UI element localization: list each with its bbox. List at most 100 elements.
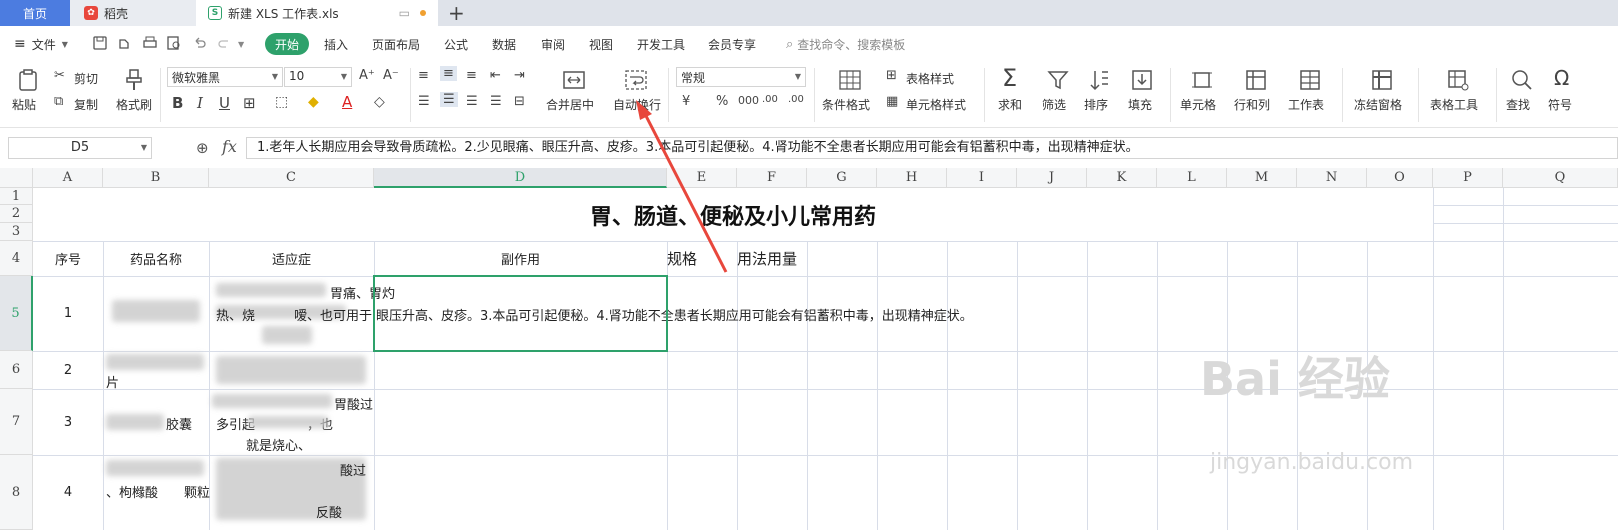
row-header-1[interactable]: 1 <box>0 188 33 205</box>
cell-button[interactable]: 单元格 <box>1180 96 1216 113</box>
wrap-text-icon[interactable] <box>624 68 648 92</box>
clear-format-icon[interactable]: ◇ <box>374 94 385 110</box>
col-header-h[interactable]: H <box>877 168 947 188</box>
col-header-d[interactable]: D <box>374 168 667 188</box>
paste-label[interactable]: 粘贴 <box>12 96 36 113</box>
row-header-5[interactable]: 5 <box>0 276 33 351</box>
freeze-panes-icon[interactable] <box>1370 68 1394 92</box>
cell-seq-1[interactable]: 1 <box>33 276 103 351</box>
row-header-3[interactable]: 3 <box>0 223 33 241</box>
scissors-icon[interactable]: ✂ <box>54 68 65 83</box>
name-box[interactable]: D5 ▼ <box>8 137 152 159</box>
conditional-format-icon[interactable] <box>838 68 862 92</box>
merge-center-button[interactable]: 合并居中 <box>546 96 594 113</box>
cell-seq-2[interactable]: 2 <box>33 351 103 389</box>
menu-tab-view[interactable]: 视图 <box>589 26 613 62</box>
distributed-icon[interactable]: ⊟ <box>514 94 525 109</box>
currency-icon[interactable]: ¥ <box>682 94 690 109</box>
font-size-select[interactable]: 10 ▼ <box>284 67 352 87</box>
increase-decimal-icon[interactable]: .00 <box>762 94 778 105</box>
find-icon[interactable] <box>1510 68 1534 92</box>
header-indication[interactable]: 适应症 <box>209 241 374 276</box>
select-all-corner[interactable] <box>0 168 33 188</box>
col-header-n[interactable]: N <box>1297 168 1367 188</box>
freeze-panes-button[interactable]: 冻结窗格 <box>1354 96 1402 113</box>
find-button[interactable]: 查找 <box>1506 96 1530 113</box>
row-header-7[interactable]: 7 <box>0 389 33 455</box>
fill-color-icon[interactable]: ◆ <box>308 94 319 110</box>
header-usage[interactable]: 用法用量 <box>737 241 807 276</box>
col-header-c[interactable]: C <box>209 168 374 188</box>
fill-icon[interactable] <box>1130 68 1154 92</box>
cell-icon[interactable] <box>1190 68 1214 92</box>
undo-icon[interactable] <box>192 35 208 51</box>
menu-tab-insert[interactable]: 插入 <box>324 26 348 62</box>
number-format-select[interactable]: 常规 ▼ <box>676 67 806 87</box>
symbol-button[interactable]: 符号 <box>1548 96 1572 113</box>
sort-button[interactable]: 排序 <box>1084 96 1108 113</box>
align-bottom-icon[interactable]: ≡ <box>466 68 477 83</box>
redo-icon[interactable] <box>216 35 232 51</box>
cell-seq-4[interactable]: 4 <box>33 455 103 530</box>
zoom-formula-icon[interactable]: ⊕ <box>196 139 209 157</box>
fill-style-icon[interactable]: ⬚ <box>275 94 288 110</box>
col-header-f[interactable]: F <box>737 168 807 188</box>
col-header-o[interactable]: O <box>1367 168 1433 188</box>
cell-style-icon[interactable]: ▦ <box>886 94 898 109</box>
menu-tab-member[interactable]: 会员专享 <box>708 26 756 62</box>
table-tools-icon[interactable] <box>1446 68 1470 92</box>
col-header-l[interactable]: L <box>1157 168 1227 188</box>
tab-home[interactable]: 首页 <box>0 0 70 26</box>
worksheet-button[interactable]: 工作表 <box>1288 96 1324 113</box>
table-tools-button[interactable]: 表格工具 <box>1430 96 1478 113</box>
col-header-a[interactable]: A <box>33 168 103 188</box>
print-preview-icon[interactable] <box>166 35 182 51</box>
indent-increase-icon[interactable]: ⇥ <box>514 68 525 83</box>
percent-icon[interactable]: % <box>716 94 728 109</box>
col-header-m[interactable]: M <box>1227 168 1297 188</box>
copy-icon[interactable]: ⧉ <box>54 94 63 109</box>
row-col-button[interactable]: 行和列 <box>1234 96 1270 113</box>
format-painter-icon[interactable] <box>122 68 146 92</box>
menu-tab-formula[interactable]: 公式 <box>444 26 468 62</box>
align-middle-icon[interactable]: ≡ <box>440 66 457 81</box>
cell-style-button[interactable]: 单元格样式 <box>906 96 966 113</box>
col-header-k[interactable]: K <box>1087 168 1157 188</box>
row-header-2[interactable]: 2 <box>0 205 33 223</box>
cell-seq-3[interactable]: 3 <box>33 389 103 455</box>
col-header-b[interactable]: B <box>103 168 209 188</box>
align-right-icon[interactable]: ☰ <box>466 94 478 109</box>
thousands-separator-icon[interactable]: 000 <box>738 94 759 107</box>
row-header-4[interactable]: 4 <box>0 241 33 276</box>
row-header-6[interactable]: 6 <box>0 351 33 389</box>
formula-input[interactable]: 1.老年人长期应用会导致骨质疏松。2.少见眼痛、眼压升高、皮疹。3.本品可引起便… <box>246 137 1618 159</box>
merge-center-icon[interactable] <box>562 68 586 92</box>
underline-icon[interactable]: U <box>219 94 230 112</box>
symbol-icon[interactable]: Ω <box>1554 66 1569 90</box>
border-icon[interactable]: ⊞ <box>243 94 256 112</box>
decrease-font-icon[interactable]: A⁻ <box>383 68 399 83</box>
conditional-format-button[interactable]: 条件格式 <box>822 96 870 113</box>
align-top-icon[interactable]: ≡ <box>418 68 429 83</box>
menu-tab-start[interactable]: 开始 <box>265 33 310 55</box>
align-center-icon[interactable]: ☰ <box>440 92 458 107</box>
worksheet-icon[interactable] <box>1298 68 1322 92</box>
fill-button[interactable]: 填充 <box>1128 96 1152 113</box>
sum-button[interactable]: 求和 <box>998 96 1022 113</box>
header-seq[interactable]: 序号 <box>33 241 103 276</box>
save-icon[interactable] <box>92 35 108 51</box>
filter-button[interactable]: 筛选 <box>1042 96 1066 113</box>
header-side-effects[interactable]: 副作用 <box>374 241 667 276</box>
sort-icon[interactable] <box>1088 68 1112 92</box>
function-icon[interactable]: fx <box>222 137 237 156</box>
col-header-e[interactable]: E <box>667 168 737 188</box>
align-left-icon[interactable]: ☰ <box>418 94 430 109</box>
spreadsheet-grid[interactable]: A B C D E F G H I J K L M N O P Q 1 2 3 … <box>0 168 1618 530</box>
menu-tab-data[interactable]: 数据 <box>492 26 516 62</box>
menu-tab-developer[interactable]: 开发工具 <box>637 26 685 62</box>
sum-icon[interactable]: Σ <box>1002 64 1017 92</box>
row-header-8[interactable]: 8 <box>0 455 33 530</box>
bold-icon[interactable]: B <box>172 94 183 112</box>
export-icon[interactable] <box>117 35 133 51</box>
col-header-i[interactable]: I <box>947 168 1017 188</box>
